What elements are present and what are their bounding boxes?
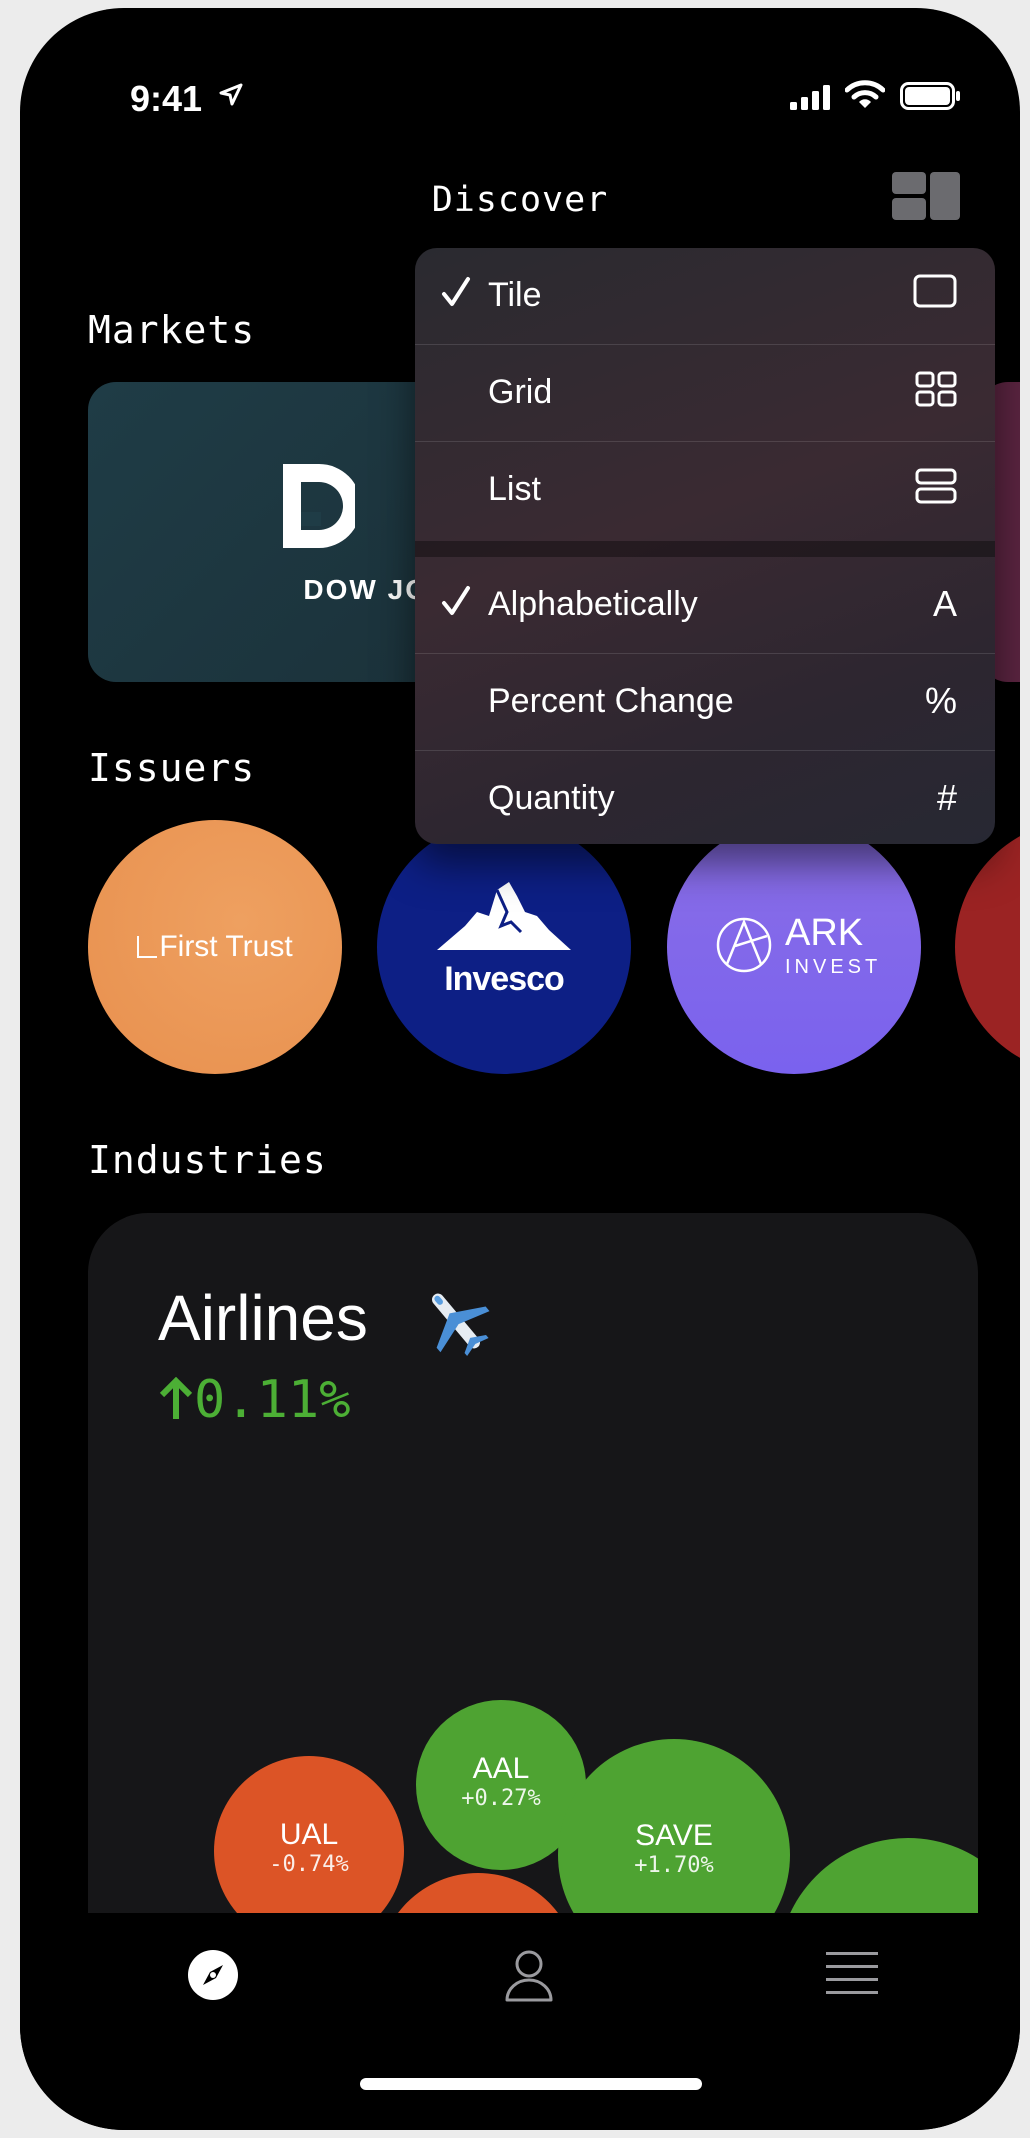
layout-toggle-icon[interactable] — [892, 172, 962, 222]
stock-ticker: SAVE — [635, 1819, 713, 1852]
stock-ticker: UAL — [279, 1818, 339, 1851]
stock-change: -0.74% — [269, 1852, 349, 1877]
checkmark-icon — [442, 586, 470, 615]
menu-item-quantity[interactable]: Quantity # — [415, 751, 995, 844]
page-title: Discover — [431, 180, 609, 220]
menu-item-label: Grid — [488, 373, 553, 411]
menu-icon[interactable] — [826, 1948, 878, 1998]
menu-item-list[interactable]: List — [415, 442, 995, 538]
issuer-invesco[interactable]: Invesco — [377, 820, 631, 1074]
industry-change-value: 0.11% — [194, 1370, 351, 1430]
issuer-subname: INVEST — [785, 956, 882, 978]
status-bar: 9:41 — [20, 8, 1020, 128]
arrow-up-icon — [159, 1376, 193, 1419]
checkmark-icon — [442, 277, 470, 306]
stock-bubble-ual[interactable]: UAL -0.74% — [214, 1756, 404, 1913]
quantity-sort-icon: # — [936, 777, 957, 818]
menu-item-tile[interactable]: Tile — [415, 248, 995, 345]
grid-icon — [915, 371, 957, 407]
industry-card-airlines[interactable]: Airlines 0.11% UAL -0.74% AAL +0.27% SAV… — [88, 1213, 978, 1913]
location-arrow-icon — [219, 83, 243, 106]
issuer-name: Invesco — [444, 960, 565, 998]
wifi-icon — [845, 80, 885, 108]
issuer-name: ARK — [785, 912, 864, 954]
invesco-mountain-logo — [437, 882, 571, 950]
menu-item-label: Tile — [488, 276, 542, 314]
home-indicator[interactable] — [360, 2078, 702, 2090]
profile-icon[interactable] — [504, 1948, 554, 2002]
menu-item-grid[interactable]: Grid — [415, 345, 995, 442]
stock-bubble-save[interactable]: SAVE +1.70% — [558, 1739, 790, 1913]
percent-sort-icon: % — [924, 680, 957, 721]
first-trust-mark-icon — [137, 936, 158, 958]
alpha-sort-icon: A — [932, 583, 957, 624]
menu-item-label: Quantity — [488, 779, 615, 817]
menu-item-label: List — [488, 470, 541, 508]
view-options-menu: Tile Grid List Alphabetically A Percent … — [415, 248, 995, 844]
menu-item-alphabetically[interactable]: Alphabetically A — [415, 557, 995, 654]
battery-icon — [900, 82, 960, 110]
section-title-issuers: Issuers — [88, 746, 256, 790]
section-title-markets: Markets — [88, 308, 256, 352]
menu-item-percent-change[interactable]: Percent Change % — [415, 654, 995, 751]
industry-change: 0.11% — [158, 1370, 351, 1430]
discover-icon[interactable] — [186, 1948, 240, 2002]
issuer-next[interactable] — [955, 820, 1020, 1074]
stock-bubble-partial[interactable] — [378, 1873, 578, 1913]
issuer-ark-invest[interactable]: ARK INVEST — [667, 820, 921, 1074]
cellular-signal-icon — [790, 85, 830, 110]
menu-item-label: Percent Change — [488, 682, 734, 720]
industry-name: Airlines — [158, 1282, 368, 1354]
stock-change: +1.70% — [634, 1853, 714, 1878]
airplane-icon — [432, 1293, 490, 1357]
ark-logo-icon — [716, 917, 772, 973]
issuer-first-trust[interactable]: First Trust — [88, 820, 342, 1074]
phone-screen: 9:41 Discover Markets DOW JONES Issuers … — [20, 8, 1020, 2130]
status-time: 9:41 — [130, 78, 203, 119]
list-icon — [915, 468, 957, 504]
issuer-name: First Trust — [159, 930, 293, 963]
dow-jones-logo — [283, 464, 355, 548]
stock-ticker: AAL — [472, 1752, 530, 1785]
stock-bubble-partial-green[interactable] — [778, 1838, 978, 1913]
menu-item-label: Alphabetically — [488, 585, 698, 623]
tile-icon — [913, 274, 957, 308]
tab-bar — [20, 1918, 1020, 2130]
stock-change: +0.27% — [461, 1786, 541, 1811]
menu-section-divider — [415, 541, 995, 557]
section-title-industries: Industries — [88, 1138, 327, 1182]
